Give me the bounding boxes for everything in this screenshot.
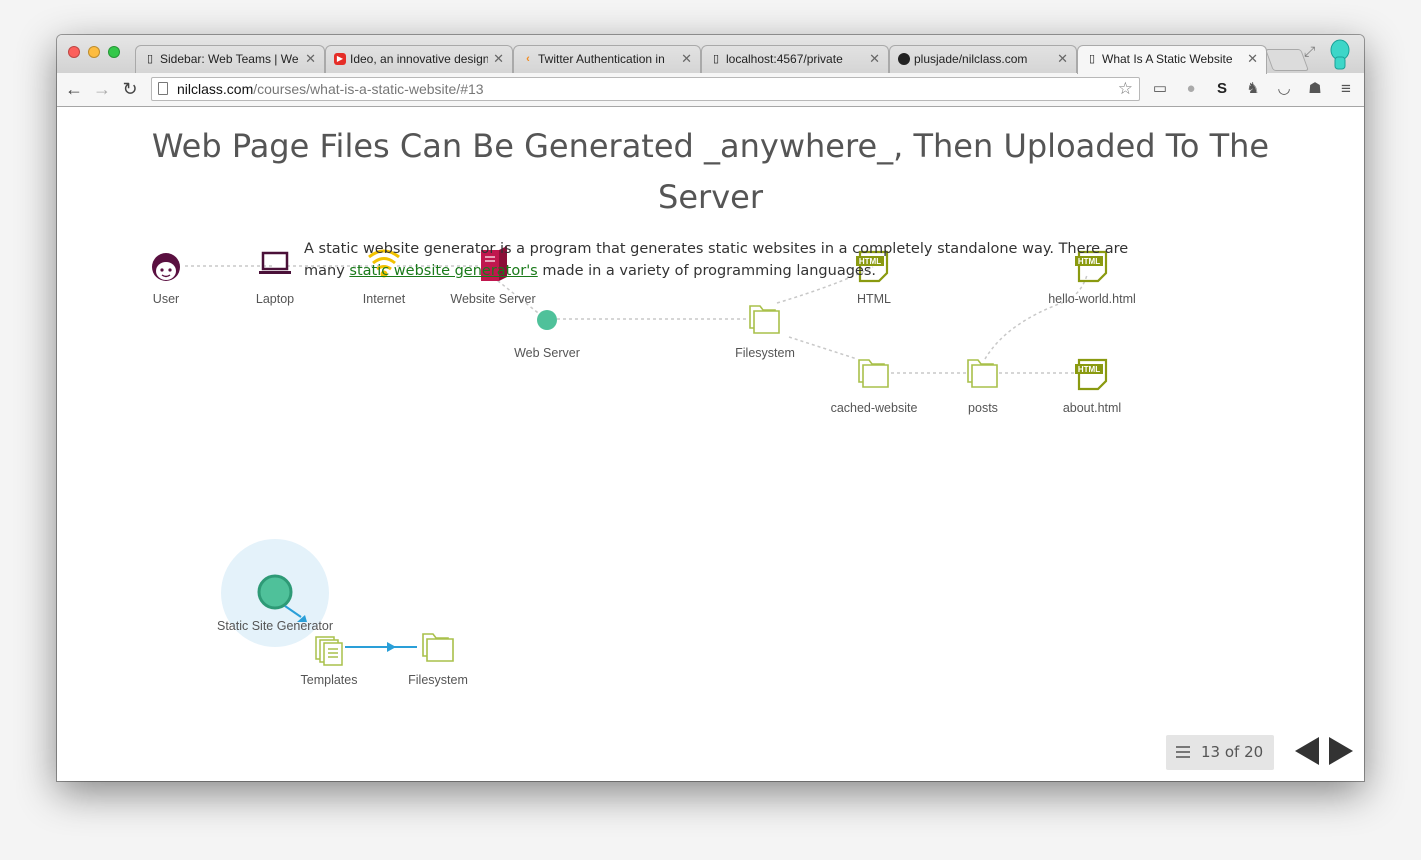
laptop-icon <box>259 251 291 274</box>
browser-toolbar: ← → ↻ nilclass.com/courses/what-is-a-sta… <box>57 73 1364 107</box>
slide-paragraph: A static website generator is a program … <box>304 241 1129 279</box>
website-server-label: Website Server <box>450 292 535 306</box>
user-label: User <box>153 292 179 306</box>
zoom-window-button[interactable] <box>108 46 120 58</box>
pocket-icon[interactable]: ◡ <box>1274 79 1294 99</box>
user-icon <box>152 253 180 281</box>
page-icon: ▯ <box>146 53 154 65</box>
close-tab-icon[interactable]: ✕ <box>1247 46 1258 72</box>
web-server-label: Web Server <box>514 346 580 360</box>
tab-localhost[interactable]: ▯ localhost:4567/private ✕ <box>701 45 889 73</box>
folder-icon <box>422 633 454 662</box>
youtube-icon: ▶ <box>334 53 346 65</box>
about-label: about.html <box>1063 401 1121 415</box>
html-file-icon: HTML <box>1075 358 1108 391</box>
laptop-label: Laptop <box>256 292 294 306</box>
back-button[interactable]: ← <box>63 78 85 100</box>
profile-avatar-icon[interactable] <box>1327 39 1353 71</box>
fullscreen-icon[interactable]: ⤢ <box>1304 43 1315 60</box>
page-icon: ▯ <box>1088 53 1096 65</box>
page-icon <box>158 82 168 95</box>
svg-text:HTML: HTML <box>1078 365 1100 374</box>
filesystem-label: Filesystem <box>735 346 795 360</box>
tab-static-website[interactable]: ▯ What Is A Static Website ✕ <box>1077 45 1267 74</box>
architecture-diagram: User Laptop Internet Website Server Web … <box>152 246 1136 687</box>
github-icon <box>898 53 910 65</box>
diagram-connections <box>185 265 1088 374</box>
bookmark-star-icon[interactable]: ☆ <box>1118 78 1133 100</box>
static-site-generators-link[interactable]: static website generator's <box>349 263 537 279</box>
folder-icon <box>858 359 889 388</box>
internet-label: Internet <box>363 292 406 306</box>
address-bar[interactable]: nilclass.com/courses/what-is-a-static-we… <box>151 77 1140 101</box>
tab-twitter-auth[interactable]: ‹ Twitter Authentication in ✕ <box>513 45 701 73</box>
minimize-window-button[interactable] <box>88 46 100 58</box>
templates-label: Templates <box>301 673 358 687</box>
forward-button[interactable]: → <box>91 78 113 100</box>
tab-strip: ▯ Sidebar: Web Teams | We ✕ ▶ Ideo, an i… <box>57 35 1364 74</box>
close-tab-icon[interactable]: ✕ <box>869 46 880 72</box>
close-tab-icon[interactable]: ✕ <box>305 46 316 72</box>
folder-icon <box>749 305 780 334</box>
web-server-node-icon <box>537 310 557 330</box>
menu-icon[interactable]: ≡ <box>1336 79 1356 99</box>
arrowhead-icon <box>387 642 396 652</box>
cast-icon[interactable]: ▭ <box>1150 79 1170 99</box>
evernote-icon[interactable]: ♞ <box>1243 79 1263 99</box>
static-site-generator-label: Static Site Generator <box>217 619 333 633</box>
close-tab-icon[interactable]: ✕ <box>681 46 692 72</box>
extension-s-icon[interactable]: S <box>1212 79 1232 99</box>
page-icon: ▯ <box>712 53 720 65</box>
hello-world-label: hello-world.html <box>1048 292 1136 306</box>
new-tab-button[interactable] <box>1264 49 1310 71</box>
reload-button[interactable]: ↻ <box>119 78 141 100</box>
posts-label: posts <box>968 401 998 415</box>
tab-sidebar[interactable]: ▯ Sidebar: Web Teams | We ✕ <box>135 45 325 73</box>
close-window-button[interactable] <box>68 46 80 58</box>
close-tab-icon[interactable]: ✕ <box>1057 46 1068 72</box>
static-site-generator-node-icon[interactable] <box>257 574 293 610</box>
url-host: nilclass.com <box>177 81 254 97</box>
close-tab-icon[interactable]: ✕ <box>493 46 504 72</box>
sitepoint-icon: ‹ <box>526 53 530 65</box>
folder-icon <box>967 359 998 388</box>
html-label: HTML <box>857 292 891 306</box>
url-path: /courses/what-is-a-static-website/#13 <box>253 81 484 97</box>
tab-github[interactable]: plusjade/nilclass.com ✕ <box>889 45 1077 73</box>
page-content: Web Page Files Can Be Generated _anywher… <box>57 107 1364 781</box>
browser-window: ▯ Sidebar: Web Teams | We ✕ ▶ Ideo, an i… <box>57 35 1364 781</box>
templates-icon <box>315 636 343 666</box>
tab-ideo[interactable]: ▶ Ideo, an innovative design ✕ <box>325 45 513 73</box>
filesystem-bottom-label: Filesystem <box>408 673 468 687</box>
incognito-icon[interactable]: ☗ <box>1305 79 1325 99</box>
hangouts-icon[interactable]: ● <box>1181 79 1201 99</box>
cached-website-label: cached-website <box>831 401 918 415</box>
